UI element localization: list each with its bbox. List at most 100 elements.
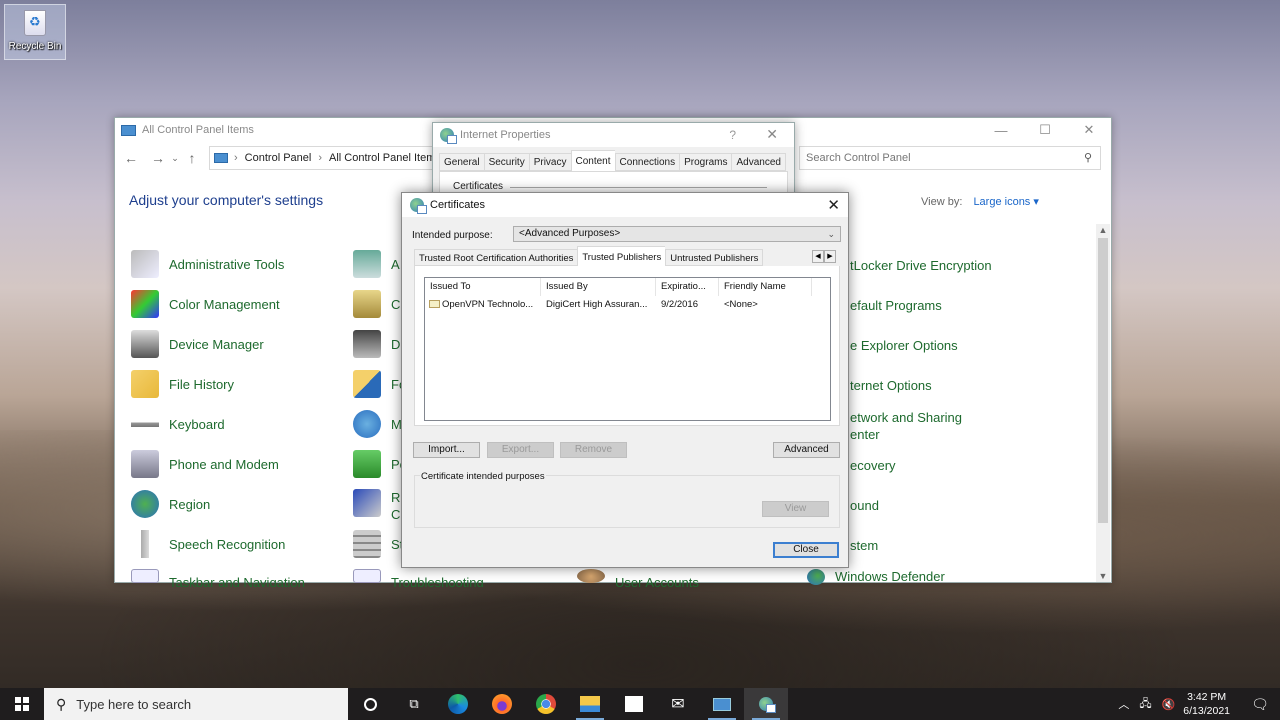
scroll-down-icon[interactable]: ▼ — [1096, 571, 1110, 581]
item-administrative-tools[interactable]: Administrative Tools — [131, 249, 284, 279]
certificates-titlebar: Certificates — [402, 193, 848, 217]
tab-advanced[interactable]: Advanced — [731, 153, 786, 171]
export-button[interactable]: Export... — [487, 442, 554, 458]
item-col2-st[interactable]: St — [353, 529, 403, 559]
maximize-button[interactable]: ☐ — [1023, 118, 1067, 142]
view-button[interactable]: View — [762, 501, 829, 517]
breadcrumb-all-items[interactable]: All Control Panel Items — [329, 152, 441, 164]
control-panel-icon — [214, 153, 228, 163]
certificates-dialog: Certificates ✕ Intended purpose: <Advanc… — [401, 192, 849, 568]
close-button[interactable]: Close — [773, 542, 839, 558]
tab-scroll-left-icon[interactable]: ◀ — [812, 250, 824, 263]
tab-general[interactable]: General — [439, 153, 484, 171]
close-icon[interactable]: ✕ — [766, 126, 778, 143]
item-sound[interactable]: ound — [850, 497, 879, 514]
item-color-management[interactable]: Color Management — [131, 289, 280, 319]
tab-scroll-right-icon[interactable]: ▶ — [824, 250, 836, 263]
item-col2-m[interactable]: M — [353, 409, 402, 439]
clock[interactable]: 3:42 PM 6/13/2021 — [1183, 690, 1230, 718]
item-file-history[interactable]: File History — [131, 369, 234, 399]
tab-connections[interactable]: Connections — [614, 153, 680, 171]
item-keyboard[interactable]: Keyboard — [131, 409, 225, 439]
tab-privacy[interactable]: Privacy — [528, 153, 571, 171]
minimize-button[interactable]: — — [979, 118, 1023, 142]
network-icon[interactable]: 🖧 — [1139, 695, 1151, 714]
item-default-programs[interactable]: efault Programs — [850, 297, 942, 314]
taskbar-store[interactable] — [612, 688, 656, 720]
tab-trusted-publishers[interactable]: Trusted Publishers — [577, 246, 666, 266]
intended-purpose-select[interactable]: <Advanced Purposes> ⌄ — [513, 226, 841, 242]
item-user-accounts[interactable]: User Accounts — [577, 569, 699, 587]
forward-arrow-icon[interactable]: → — [147, 150, 169, 166]
item-system[interactable]: stem — [850, 537, 878, 554]
taskbar-internet-properties[interactable] — [744, 688, 788, 720]
import-button[interactable]: Import... — [413, 442, 480, 458]
item-device-manager[interactable]: Device Manager — [131, 329, 264, 359]
item-network-sharing[interactable]: etwork and Sharing enter — [850, 409, 962, 443]
item-file-explorer-options[interactable]: e Explorer Options — [850, 337, 958, 354]
tab-trusted-root[interactable]: Trusted Root Certification Authorities — [414, 249, 578, 266]
tab-programs[interactable]: Programs — [679, 153, 732, 171]
taskbar-edge[interactable] — [436, 688, 480, 720]
internet-properties-icon — [440, 128, 457, 144]
taskbar-chrome[interactable] — [524, 688, 568, 720]
table-row[interactable]: OpenVPN Technolo... DigiCert High Assura… — [425, 296, 830, 314]
item-taskbar-navigation[interactable]: Taskbar and Navigation — [131, 569, 305, 587]
item-windows-defender[interactable]: Windows Defender — [807, 569, 945, 587]
back-arrow-icon[interactable]: ← — [120, 150, 142, 166]
taskbar-control-panel[interactable] — [700, 688, 744, 720]
item-col2-r[interactable]: RC — [353, 489, 400, 522]
item-troubleshooting[interactable]: Troubleshooting — [353, 569, 484, 587]
up-arrow-icon[interactable]: ↑ — [181, 150, 203, 166]
control-panel-icon — [713, 697, 731, 711]
start-button[interactable] — [0, 688, 44, 720]
fonts-icon — [353, 370, 381, 398]
volume-muted-icon[interactable]: 🔇 — [1162, 698, 1176, 711]
advanced-button[interactable]: Advanced — [773, 442, 840, 458]
item-col2-fo[interactable]: Fo — [353, 369, 406, 399]
column-issued-to[interactable]: Issued To — [425, 278, 541, 296]
close-icon[interactable]: ✕ — [827, 196, 840, 214]
item-speech-recognition[interactable]: Speech Recognition — [131, 529, 285, 559]
administrative-tools-icon — [131, 250, 159, 278]
scroll-thumb[interactable] — [1098, 238, 1108, 523]
vertical-scrollbar[interactable]: ▲ ▼ — [1096, 224, 1110, 582]
taskbar-file-explorer[interactable] — [568, 688, 612, 720]
item-col2-a[interactable]: A — [353, 249, 400, 279]
item-region[interactable]: Region — [131, 489, 210, 519]
cortana-button[interactable] — [348, 688, 392, 720]
taskbar-search-input[interactable]: ⚲ Type here to search — [44, 688, 348, 720]
recycle-bin-shortcut[interactable]: Recycle Bin — [4, 4, 66, 60]
item-recovery[interactable]: ecovery — [850, 457, 896, 474]
tab-security[interactable]: Security — [483, 153, 529, 171]
taskbar-mail[interactable]: ✉ — [656, 688, 700, 720]
column-issued-by[interactable]: Issued By — [541, 278, 656, 296]
tab-untrusted-publishers[interactable]: Untrusted Publishers — [665, 249, 764, 266]
item-phone-and-modem[interactable]: Phone and Modem — [131, 449, 279, 479]
taskbar-icon — [131, 569, 159, 583]
view-by-dropdown[interactable]: Large icons ▾ — [973, 196, 1038, 208]
item-col2-c[interactable]: C — [353, 289, 400, 319]
item-col2-d[interactable]: D — [353, 329, 400, 359]
remove-button[interactable]: Remove — [560, 442, 627, 458]
search-placeholder: Search Control Panel — [806, 152, 911, 164]
item-internet-options[interactable]: ternet Options — [850, 377, 932, 394]
item-bitlocker[interactable]: tLocker Drive Encryption — [850, 257, 992, 274]
tab-content[interactable]: Content — [570, 150, 615, 171]
item-col2-po[interactable]: Po — [353, 449, 407, 479]
taskbar-firefox[interactable] — [480, 688, 524, 720]
column-expiration[interactable]: Expiratio... — [656, 278, 719, 296]
show-hidden-icons-chevron-icon[interactable]: ︿ — [1118, 696, 1129, 712]
scroll-up-icon[interactable]: ▲ — [1096, 225, 1110, 235]
task-view-button[interactable]: ⧉ — [392, 688, 436, 720]
help-button[interactable]: ? — [729, 128, 736, 142]
page-heading: Adjust your computer's settings — [129, 192, 324, 208]
breadcrumb-control-panel[interactable]: Control Panel — [245, 152, 312, 164]
column-friendly-name[interactable]: Friendly Name — [719, 278, 812, 296]
close-button[interactable]: ✕ — [1067, 118, 1111, 142]
recent-locations-chevron-icon[interactable]: ⌄ — [169, 153, 181, 164]
search-placeholder: Type here to search — [76, 696, 192, 712]
action-center-icon[interactable]: 🗨 — [1240, 696, 1280, 713]
search-input[interactable]: Search Control Panel ⚲ — [799, 146, 1101, 170]
certificate-list[interactable]: Issued To Issued By Expiratio... Friendl… — [424, 277, 831, 421]
